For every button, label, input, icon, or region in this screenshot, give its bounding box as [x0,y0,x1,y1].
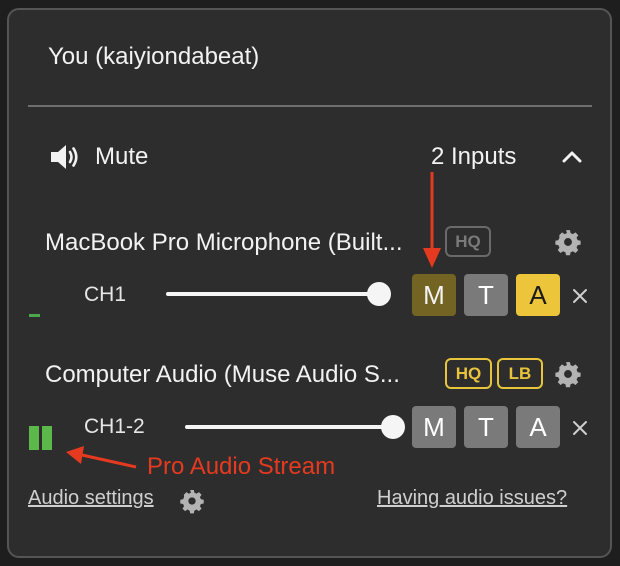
volume-slider-handle[interactable] [381,415,405,439]
annotation-label: Pro Audio Stream [147,453,336,480]
channel-label: CH1 [84,283,127,306]
mute-button[interactable]: M [412,406,456,448]
mute-label[interactable]: Mute [95,143,148,171]
a-button[interactable]: A [516,406,560,448]
divider [28,105,592,107]
source-name-mic: MacBook Pro Microphone (Built... [45,229,403,256]
volume-slider-handle[interactable] [367,282,391,306]
speaker-icon[interactable] [48,141,80,173]
audio-settings-link[interactable]: Audio settings [28,487,154,510]
panel-title: You (kaiyiondabeat) [48,43,260,70]
gear-icon[interactable] [554,228,582,256]
talkback-button[interactable]: T [464,406,508,448]
mute-button[interactable]: M [412,274,456,316]
source-name-computer-audio: Computer Audio (Muse Audio S... [45,361,400,388]
gear-icon[interactable] [554,360,582,388]
volume-slider-track[interactable] [185,425,391,429]
hq-badge[interactable]: HQ [445,226,491,257]
level-meter-bar [42,426,52,450]
hq-badge[interactable]: HQ [445,358,492,389]
chevron-up-icon[interactable] [560,145,584,169]
volume-slider-track[interactable] [166,292,378,296]
audio-issues-link[interactable]: Having audio issues? [377,487,567,510]
inputs-count: 2 Inputs [431,143,517,170]
gear-icon[interactable] [179,488,205,514]
level-meter-bar [29,426,39,450]
close-icon[interactable] [572,420,588,436]
level-meter [29,314,40,317]
lb-badge[interactable]: LB [497,358,543,389]
talkback-button[interactable]: T [464,274,508,316]
channel-label: CH1-2 [84,415,145,438]
close-icon[interactable] [572,288,588,304]
a-button[interactable]: A [516,274,560,316]
